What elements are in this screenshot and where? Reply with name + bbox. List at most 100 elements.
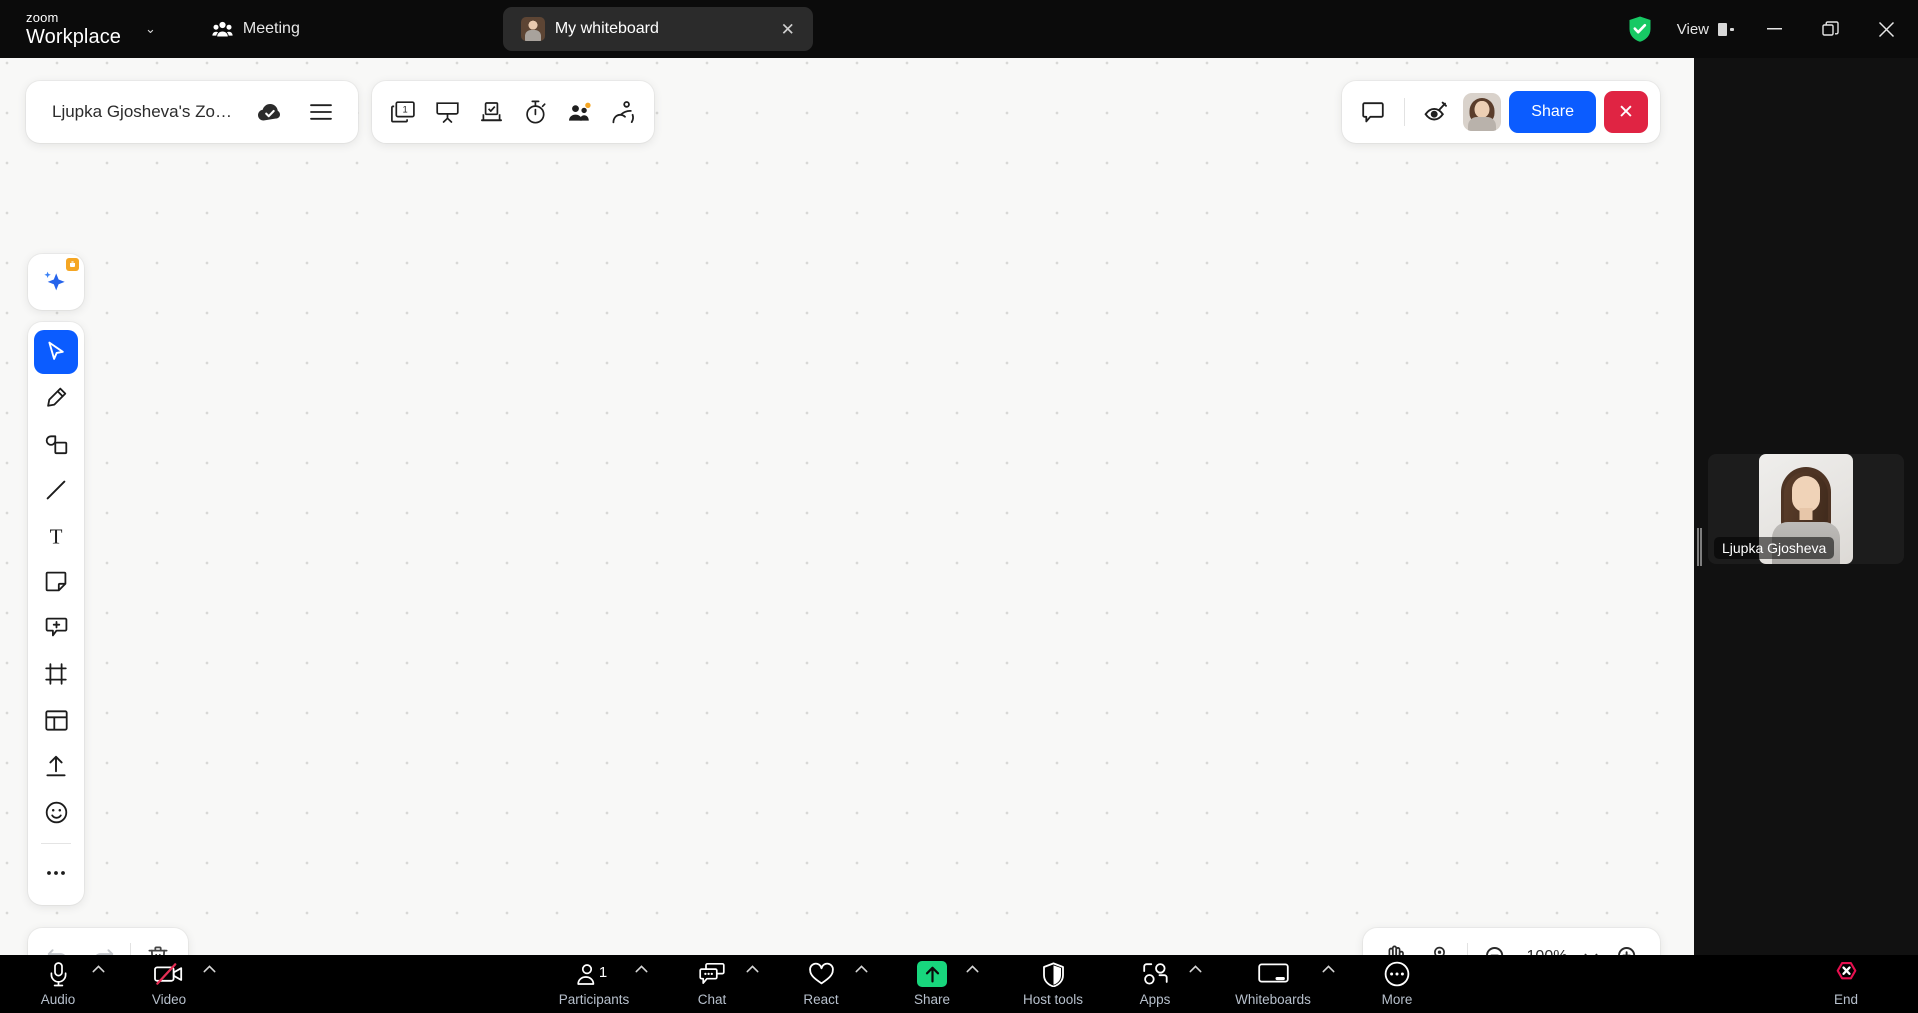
timer-icon[interactable]	[516, 93, 554, 131]
divider	[41, 843, 71, 844]
audio-options-chevron[interactable]	[92, 965, 105, 973]
panel-resize-handle[interactable]	[1697, 528, 1702, 566]
video-label: Video	[151, 992, 187, 1007]
whiteboards-button[interactable]: Whiteboards	[1226, 955, 1320, 1007]
chat-group: Chat	[680, 955, 759, 1007]
participants-group-icon	[212, 21, 233, 38]
restore-button[interactable]	[1802, 0, 1858, 58]
tab-my-whiteboard-label: My whiteboard	[554, 20, 659, 37]
chat-label: Chat	[697, 992, 727, 1007]
text-tool[interactable]: T	[34, 514, 78, 558]
react-options-chevron[interactable]	[855, 965, 868, 973]
chat-button[interactable]: Chat	[680, 955, 744, 1007]
comment-bubble-icon[interactable]	[1354, 93, 1392, 131]
whiteboard-tool-palette: T	[28, 322, 84, 905]
select-tool[interactable]	[34, 330, 78, 374]
line-tool[interactable]	[34, 468, 78, 512]
share-screen-icon	[917, 961, 947, 987]
more-button[interactable]: More	[1365, 955, 1429, 1007]
shield-check-icon[interactable]	[1627, 15, 1653, 43]
apps-button[interactable]: Apps	[1123, 955, 1187, 1007]
react-label: React	[803, 992, 839, 1007]
close-whiteboard-button[interactable]: ✕	[1604, 91, 1648, 133]
participants-icon: 1	[576, 961, 612, 987]
emoji-tool[interactable]	[34, 790, 78, 834]
title-bar: zoom Workplace ⌄ Meeting My whiteboard ✕	[0, 0, 1918, 58]
zoom-workplace-window: zoom Workplace ⌄ Meeting My whiteboard ✕	[0, 0, 1918, 1013]
end-call-icon	[1833, 961, 1860, 987]
shapes-tool[interactable]	[34, 422, 78, 466]
apps-group: Apps	[1123, 955, 1202, 1007]
host-tools-button[interactable]: Host tools	[1011, 955, 1095, 1007]
audio-group: Audio	[26, 955, 105, 1007]
participants-options-chevron[interactable]	[635, 965, 648, 973]
share-screen-button[interactable]: Share	[900, 955, 964, 1007]
apps-options-chevron[interactable]	[1189, 965, 1202, 973]
comment-tool[interactable]	[34, 606, 78, 650]
frame-tool[interactable]	[34, 652, 78, 696]
end-button[interactable]: End	[1814, 955, 1878, 1007]
share-options-chevron[interactable]	[966, 965, 979, 973]
svg-text:1: 1	[599, 964, 607, 981]
hamburger-menu-icon[interactable]	[302, 93, 340, 131]
view-label: View	[1676, 20, 1709, 38]
react-button[interactable]: React	[789, 955, 853, 1007]
layout-view-icon	[1718, 22, 1734, 36]
video-panel: Ljupka Gjosheva	[1694, 58, 1918, 955]
camera-off-icon	[153, 961, 185, 987]
window-close-button[interactable]	[1858, 0, 1914, 58]
template-tool[interactable]	[34, 698, 78, 742]
tab-my-whiteboard[interactable]: My whiteboard ✕	[502, 7, 813, 51]
chat-icon	[698, 961, 726, 987]
pages-icon[interactable]: 1	[384, 93, 422, 131]
cloud-saved-icon[interactable]	[250, 93, 288, 131]
microphone-icon	[49, 961, 68, 987]
whiteboard-session-controls: Share ✕	[1342, 81, 1660, 143]
connect-icon[interactable]	[604, 93, 642, 131]
share-button[interactable]: Share	[1509, 91, 1596, 133]
end-label: End	[1833, 992, 1859, 1007]
participants-button[interactable]: 1 Participants	[555, 955, 633, 1008]
video-options-chevron[interactable]	[203, 965, 216, 973]
host-tools-label: Host tools	[1022, 992, 1084, 1007]
svg-text:1: 1	[402, 103, 407, 114]
whiteboard-title[interactable]: Ljupka Gjosheva's Zoo...	[52, 102, 236, 122]
more-label: More	[1381, 992, 1413, 1007]
zoom-workplace-logo: zoom Workplace	[26, 11, 121, 47]
lock-icon	[66, 258, 79, 271]
pen-tool[interactable]	[34, 376, 78, 420]
chevron-down-icon[interactable]: ⌄	[145, 21, 156, 37]
end-group: End	[1814, 955, 1878, 1007]
vote-icon[interactable]	[472, 93, 510, 131]
whiteboards-group: Whiteboards	[1226, 955, 1335, 1007]
view-button[interactable]: View	[1665, 14, 1746, 45]
tab-meeting[interactable]: Meeting	[194, 7, 318, 51]
audio-label: Audio	[40, 992, 76, 1007]
whiteboard-canvas[interactable]: Ljupka Gjosheva's Zoo... 1 Share ✕ T	[0, 58, 1694, 986]
video-button[interactable]: Video	[137, 955, 201, 1007]
eye-slash-icon[interactable]	[1417, 93, 1455, 131]
whiteboards-options-chevron[interactable]	[1322, 965, 1335, 973]
video-tile[interactable]: Ljupka Gjosheva	[1708, 454, 1904, 564]
whiteboards-label: Whiteboards	[1235, 992, 1311, 1007]
apps-icon	[1142, 961, 1169, 987]
upload-tool[interactable]	[34, 744, 78, 788]
tab-avatar	[520, 17, 545, 41]
close-icon[interactable]: ✕	[781, 21, 795, 38]
window-controls-group: View	[1627, 0, 1918, 58]
minimize-button[interactable]	[1746, 0, 1802, 58]
host-tools-group: Host tools	[1011, 955, 1095, 1007]
presenter-icon[interactable]	[428, 93, 466, 131]
avatar[interactable]	[1463, 93, 1502, 131]
collaborate-icon[interactable]	[560, 93, 598, 131]
sticky-note-tool[interactable]	[34, 560, 78, 604]
participants-label: Participants	[558, 992, 630, 1007]
share-label: Share	[913, 992, 951, 1007]
chat-options-chevron[interactable]	[746, 965, 759, 973]
ai-companion-tool[interactable]	[28, 254, 84, 310]
brand-workplace-text: Workplace	[26, 26, 122, 48]
apps-label: Apps	[1139, 992, 1171, 1007]
audio-button[interactable]: Audio	[26, 955, 90, 1007]
participant-name: Ljupka Gjosheva	[1714, 537, 1835, 559]
more-tools[interactable]	[34, 851, 78, 895]
